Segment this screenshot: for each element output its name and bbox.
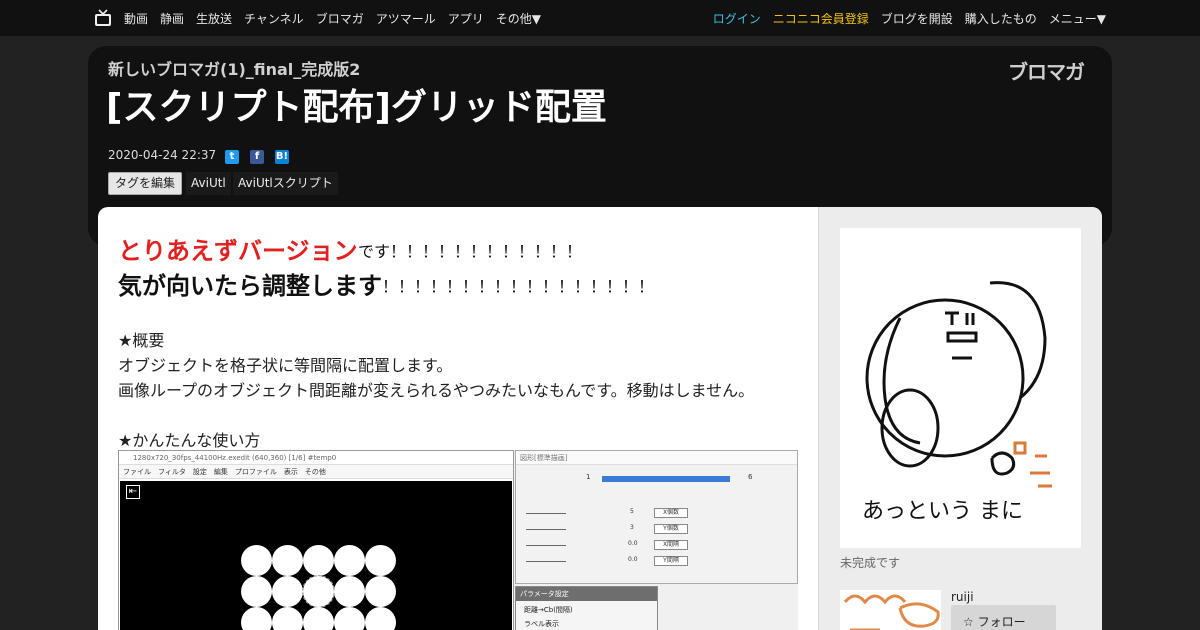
nav-item-live[interactable]: 生放送 — [196, 10, 232, 27]
grid-dot — [272, 545, 303, 576]
param-option-1[interactable]: 距離→Cb(間隔) — [516, 605, 657, 615]
grid-dot — [334, 545, 365, 576]
character-illustration: あっという まに — [862, 281, 1052, 524]
avatar-image — [843, 594, 940, 630]
subhead-text: ！！！！！！！！！！！！！！！！！ — [382, 277, 655, 296]
nav-item-others[interactable]: その他▼ — [496, 10, 541, 27]
grid-dot — [365, 607, 396, 630]
nav-item-video[interactable]: 動画 — [124, 10, 148, 27]
overview-heading: ★概要 — [118, 331, 165, 350]
grid-dot — [334, 576, 365, 607]
menu-dropdown[interactable]: メニュー▼ — [1049, 10, 1106, 27]
tag-aviutl-script[interactable]: AviUtlスクリプト — [233, 172, 338, 195]
nav-item-atsumaru[interactable]: アツマール — [376, 10, 436, 27]
editor-menubar: ファイル フィルタ 設定 編集 プロファイル 表示 その他 — [119, 465, 513, 479]
param-label-y-count[interactable]: Y個数 — [654, 524, 688, 534]
grid-dot — [303, 607, 334, 630]
sidebar: あっという まに 未完成です ruiji ☆ フォロー — [818, 207, 1102, 630]
editor-title: 1280x720_30fps_44100Hz.exedit (640,360) … — [119, 451, 513, 465]
hatena-bookmark-icon[interactable]: B! — [275, 150, 289, 164]
follow-label: フォロー — [977, 615, 1026, 629]
grid-dot — [241, 607, 272, 630]
open-blog-link[interactable]: ブログを開設 — [881, 10, 953, 27]
grid-dot — [303, 545, 334, 576]
author-avatar[interactable] — [840, 590, 941, 630]
frame-end: 6 — [748, 473, 753, 481]
nav-item-app[interactable]: アプリ — [448, 10, 484, 27]
parameter-dialog-title: パラメータ設定 — [516, 587, 657, 601]
article-thumbnail[interactable]: あっという まに — [840, 228, 1081, 548]
param-slider[interactable] — [526, 545, 566, 546]
blog-name[interactable]: 新しいブロマガ(1)_final_完成版2 — [108, 56, 360, 80]
thumb-text: あっという まに — [862, 499, 1023, 524]
param-row-x-count: 5 X個数 — [522, 508, 792, 518]
overview-paragraph-1: オブジェクトを格子状に等間隔に配置します。 — [118, 356, 453, 375]
param-row-x-spacing: 0.0 X間隔 — [522, 540, 792, 550]
param-row-y-spacing: 0.0 Y間隔 — [522, 556, 792, 566]
grid-dot — [241, 545, 272, 576]
niconico-tv-icon[interactable] — [94, 9, 112, 27]
preview-canvas: ⇤ — [120, 481, 512, 630]
nav-item-seiga[interactable]: 静画 — [160, 10, 184, 27]
howto-heading: ★かんたんな使い方 — [118, 431, 261, 450]
post-date: 2020-04-24 22:37 — [108, 148, 217, 162]
back-arrow-icon: ⇤ — [126, 485, 140, 499]
grid-dot — [272, 607, 303, 630]
grid-dot — [365, 545, 396, 576]
follow-button[interactable]: ☆ フォロー — [951, 605, 1056, 630]
frame-start: 1 — [586, 473, 591, 481]
global-navbar: 動画 静画 生放送 チャンネル ブロマガ アツマール アプリ その他▼ ログイン… — [0, 0, 1200, 36]
login-link[interactable]: ログイン — [713, 10, 761, 27]
overview-paragraph-2: 画像ループのオブジェクト間距離が変えられるやつみたいなもんです。移動はしません。 — [118, 381, 755, 400]
grid-dot — [241, 576, 272, 607]
subhead-big: 気が向いたら調整します — [118, 272, 382, 300]
article-card: とりあえずバージョン です！！！！！！！！！！！！ 気が向いたら調整します ！！… — [98, 207, 1102, 630]
param-slider[interactable] — [526, 513, 566, 514]
param-label-x-count[interactable]: X個数 — [654, 508, 688, 518]
twitter-share-icon[interactable]: t — [225, 150, 239, 164]
grid-dot — [272, 576, 303, 607]
tag-aviutl[interactable]: AviUtl — [186, 172, 231, 195]
param-label-x-spacing[interactable]: X間隔 — [654, 540, 688, 550]
param-option-2[interactable]: ラベル表示 — [516, 619, 657, 629]
param-slider[interactable] — [526, 561, 566, 562]
grid-dot — [334, 607, 365, 630]
nav-item-blomaga[interactable]: ブロマガ — [316, 10, 364, 27]
grid-dot — [302, 575, 335, 608]
thumb-caption: 未完成です — [840, 556, 901, 570]
blomaga-logo[interactable]: ブロマガ — [1008, 56, 1085, 85]
nav-item-channel[interactable]: チャンネル — [244, 10, 304, 27]
param-slider[interactable] — [526, 529, 566, 530]
facebook-share-icon[interactable]: f — [250, 150, 264, 164]
param-label-y-spacing[interactable]: Y間隔 — [654, 556, 688, 566]
object-settings-window: 図形[標準描画] 1 6 5 X個数 3 Y個数 0.0 X間隔 0.0 Y間隔 — [515, 450, 798, 584]
edit-tags-button[interactable]: タグを編集 — [108, 172, 183, 195]
lead-highlight: とりあえずバージョン — [118, 237, 358, 265]
parameter-dialog: パラメータ設定 距離→Cb(間隔) ラベル表示 — [515, 586, 658, 630]
nav-left: 動画 静画 生放送 チャンネル ブロマガ アツマール アプリ その他▼ — [94, 0, 553, 36]
grid-dot — [365, 576, 396, 607]
editor-window: 1280x720_30fps_44100Hz.exedit (640,360) … — [118, 450, 514, 630]
register-link[interactable]: ニコニコ会員登録 — [773, 10, 869, 27]
timeline-seekbar[interactable] — [602, 476, 730, 482]
star-icon: ☆ — [963, 615, 974, 629]
nav-right: ログイン ニコニコ会員登録 ブログを開設 購入したもの メニュー▼ — [701, 0, 1106, 36]
page-title: [スクリプト配布]グリッド配置 — [106, 87, 607, 128]
aviutl-screenshot: 1280x720_30fps_44100Hz.exedit (640,360) … — [118, 450, 798, 630]
object-settings-title: 図形[標準描画] — [516, 451, 797, 465]
purchased-link[interactable]: 購入したもの — [965, 10, 1037, 27]
author-name[interactable]: ruiji — [951, 590, 974, 604]
lead-text: です！！！！！！！！！！！！ — [358, 242, 583, 261]
param-row-y-count: 3 Y個数 — [522, 524, 792, 534]
